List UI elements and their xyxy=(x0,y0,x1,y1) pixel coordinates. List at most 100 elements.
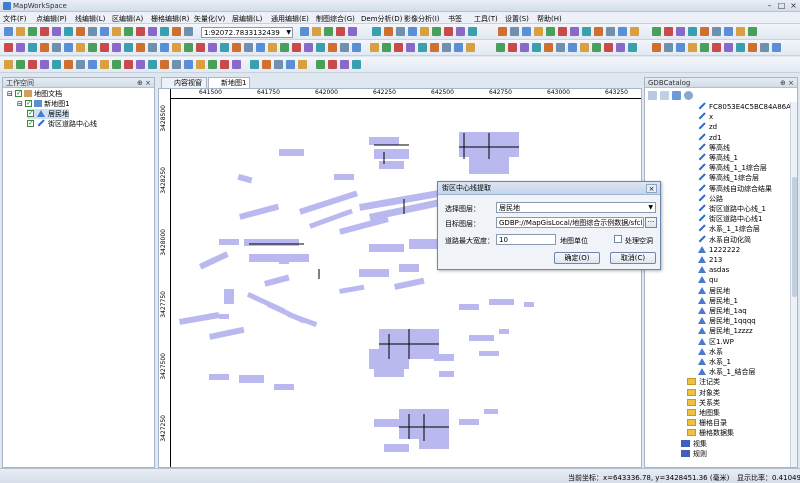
tab-new-map[interactable]: 新地图1 xyxy=(208,77,250,88)
chevron-down-icon[interactable]: ▼ xyxy=(648,203,653,212)
toolbar-tool-icon[interactable] xyxy=(16,60,25,69)
browse-button[interactable]: ··· xyxy=(645,217,657,228)
toolbar-tool-icon[interactable] xyxy=(88,27,97,36)
building-polygon[interactable] xyxy=(459,304,479,310)
sync-icon[interactable] xyxy=(672,91,681,100)
toolbar-tool-icon[interactable] xyxy=(712,27,721,36)
toolbar-tool-icon[interactable] xyxy=(100,43,109,52)
gdb-list-item[interactable]: 1222222 xyxy=(697,245,740,255)
target-layer-input[interactable]: GDBP://MapGisLocal/地图综合示例数据/sfcls/街区 xyxy=(496,217,644,228)
gdb-list-item[interactable]: zd xyxy=(697,122,717,132)
toolbar-tool-icon[interactable] xyxy=(736,27,745,36)
toolbar-tool-icon[interactable] xyxy=(582,27,591,36)
toolbar-tool-icon[interactable] xyxy=(372,27,381,36)
building-polygon[interactable] xyxy=(374,149,409,159)
gdb-list-item[interactable]: 街区道路中心线1 xyxy=(697,214,762,224)
toolbar-tool-icon[interactable] xyxy=(336,27,345,36)
toolbar-tool-icon[interactable] xyxy=(570,27,579,36)
toolbar-tool-icon[interactable] xyxy=(220,43,229,52)
toolbar-tool-icon[interactable] xyxy=(262,60,271,69)
menu-tools[interactable]: 工具(T) xyxy=(474,14,498,24)
toolbar-tool-icon[interactable] xyxy=(40,60,49,69)
toolbar-tool-icon[interactable] xyxy=(328,43,337,52)
toolbar-tool-icon[interactable] xyxy=(558,27,567,36)
toolbar-tool-icon[interactable] xyxy=(520,43,529,52)
gdb-list-item[interactable]: 街区道路中心线_1 xyxy=(697,204,766,214)
gdb-list-item[interactable]: 等高线自动综合结果 xyxy=(697,184,772,194)
toolbar-tool-icon[interactable] xyxy=(40,27,49,36)
toolbar-tool-icon[interactable] xyxy=(286,60,295,69)
gdb-list-item[interactable]: 居民地_1qqqq xyxy=(697,316,756,326)
scrollbar-thumb[interactable] xyxy=(792,177,797,297)
toolbar-tool-icon[interactable] xyxy=(496,43,505,52)
toolbar-tool-icon[interactable] xyxy=(136,43,145,52)
building-polygon[interactable] xyxy=(524,302,534,307)
toolbar-tool-icon[interactable] xyxy=(16,43,25,52)
gdb-list-item[interactable]: 地图集 xyxy=(687,408,720,418)
gdb-scrollbar[interactable] xyxy=(790,102,797,467)
toolbar-tool-icon[interactable] xyxy=(522,27,531,36)
building-polygon[interactable] xyxy=(179,312,220,325)
toolbar-tool-icon[interactable] xyxy=(594,27,603,36)
gdb-list-item[interactable]: 规则 xyxy=(681,449,707,459)
toolbar-tool-icon[interactable] xyxy=(124,60,133,69)
toolbar-tool-icon[interactable] xyxy=(384,27,393,36)
building-polygon[interactable] xyxy=(279,259,289,264)
building-polygon[interactable] xyxy=(209,374,229,380)
tree-item-new-map[interactable]: ⊟ 新地图1 xyxy=(17,98,70,109)
toolbar-tool-icon[interactable] xyxy=(16,27,25,36)
menu-generalization[interactable]: 制图综合(G) xyxy=(316,14,355,24)
pin-icon[interactable]: ⊕ × xyxy=(780,78,794,88)
building-polygon[interactable] xyxy=(244,239,299,246)
menu-point-edit[interactable]: 点编辑(P) xyxy=(36,14,67,24)
toolbar-tool-icon[interactable] xyxy=(28,60,37,69)
menu-bookmark[interactable]: 书签 xyxy=(448,14,462,24)
building-polygon[interactable] xyxy=(199,251,229,270)
toolbar-tool-icon[interactable] xyxy=(468,27,477,36)
gdb-list-item[interactable]: 水系_1 xyxy=(697,357,731,367)
toolbar-tool-icon[interactable] xyxy=(724,27,733,36)
toolbar-tool-icon[interactable] xyxy=(88,60,97,69)
toolbar-tool-icon[interactable] xyxy=(4,27,13,36)
toolbar-tool-icon[interactable] xyxy=(724,43,733,52)
toolbar-tool-icon[interactable] xyxy=(268,43,277,52)
building-polygon[interactable] xyxy=(434,354,454,361)
toolbar-tool-icon[interactable] xyxy=(160,60,169,69)
toolbar-tool-icon[interactable] xyxy=(630,27,639,36)
menu-line-edit[interactable]: 线编辑(L) xyxy=(75,14,105,24)
toolbar-tool-icon[interactable] xyxy=(28,43,37,52)
tree-item-map-document[interactable]: ⊟ 地图文档 xyxy=(7,88,62,99)
building-polygon[interactable] xyxy=(209,326,245,340)
menu-raster-edit[interactable]: 栅格编辑(R) xyxy=(151,14,189,24)
toolbar-tool-icon[interactable] xyxy=(52,43,61,52)
toolbar-tool-icon[interactable] xyxy=(616,43,625,52)
toolbar-tool-icon[interactable] xyxy=(444,27,453,36)
toolbar-tool-icon[interactable] xyxy=(76,60,85,69)
toolbar-tool-icon[interactable] xyxy=(274,60,283,69)
toolbar-tool-icon[interactable] xyxy=(300,27,309,36)
toolbar-tool-icon[interactable] xyxy=(454,43,463,52)
scale-combobox[interactable]: 1:92072.7833132439 ▼ xyxy=(201,27,293,38)
building-polygon[interactable] xyxy=(334,174,354,180)
toolbar-tool-icon[interactable] xyxy=(328,60,337,69)
toolbar-tool-icon[interactable] xyxy=(280,43,289,52)
road-width-input[interactable]: 10 xyxy=(496,234,556,245)
map-canvas[interactable] xyxy=(159,89,642,468)
toolbar-tool-icon[interactable] xyxy=(508,43,517,52)
gdb-list-item[interactable]: 注记类 xyxy=(687,377,720,387)
toolbar-tool-icon[interactable] xyxy=(420,27,429,36)
toolbar-tool-icon[interactable] xyxy=(124,43,133,52)
dialog-close-icon[interactable]: × xyxy=(646,184,657,193)
building-polygon[interactable] xyxy=(274,384,294,390)
toolbar-tool-icon[interactable] xyxy=(606,27,615,36)
toolbar-tool-icon[interactable] xyxy=(544,43,553,52)
building-polygon[interactable] xyxy=(219,239,239,245)
gdb-list-item[interactable]: 等高线_1综合层 xyxy=(697,173,759,183)
refresh-icon[interactable] xyxy=(648,91,657,100)
toolbar-tool-icon[interactable] xyxy=(664,43,673,52)
checkbox-icon[interactable] xyxy=(27,108,34,118)
toolbar-tool-icon[interactable] xyxy=(408,27,417,36)
building-polygon[interactable] xyxy=(374,369,404,377)
toolbar-tool-icon[interactable] xyxy=(172,60,181,69)
toolbar-tool-icon[interactable] xyxy=(652,27,661,36)
